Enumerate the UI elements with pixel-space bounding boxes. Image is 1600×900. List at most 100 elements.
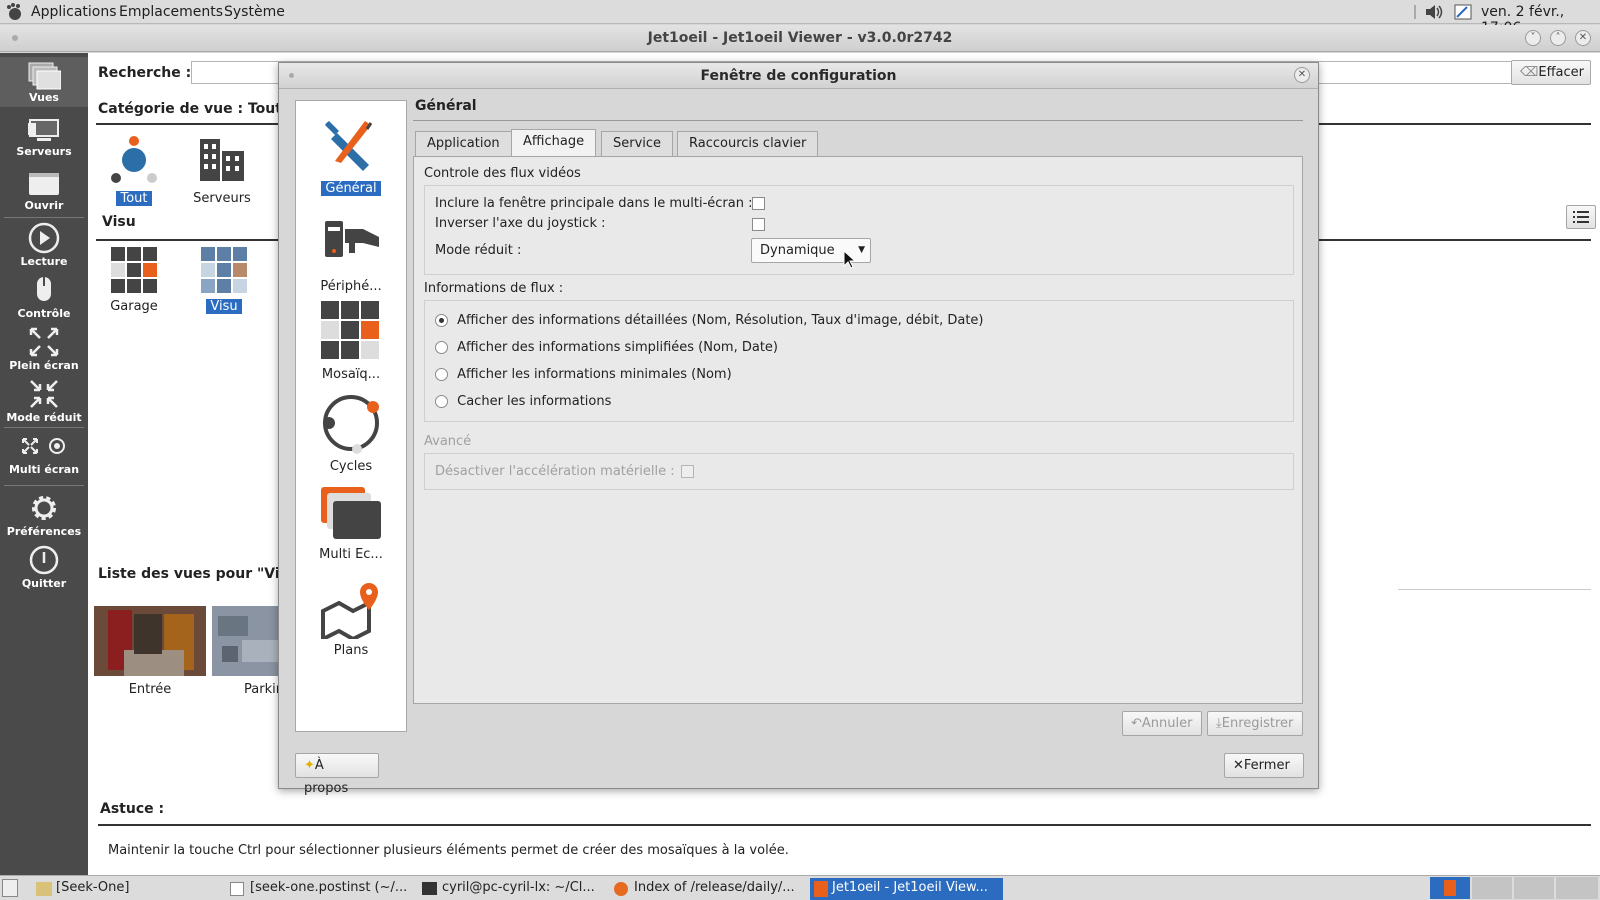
radio-button[interactable] xyxy=(435,368,448,381)
toolbar-serveurs-button[interactable]: Serveurs xyxy=(0,113,88,161)
toolbar-label: Ouvrir xyxy=(24,199,64,212)
chevron-down-icon: ▼ xyxy=(858,245,865,255)
gnome-foot-icon[interactable] xyxy=(6,3,22,21)
close-label: Fermer xyxy=(1243,758,1290,773)
radio-simplified[interactable]: Afficher des informations simplifiées (N… xyxy=(435,340,778,355)
menu-applications[interactable]: Applications xyxy=(31,4,117,20)
toolbar-label: Quitter xyxy=(21,577,67,590)
tab-affichage[interactable]: Affichage xyxy=(511,129,597,156)
task-label: Index of /release/daily/... xyxy=(634,880,795,895)
network-icon[interactable] xyxy=(1454,4,1472,20)
toolbar-plein-ecran-button[interactable]: Plein écran xyxy=(0,323,88,373)
sidebar-item-plans[interactable]: Plans xyxy=(296,579,406,658)
group2-title: Informations de flux : xyxy=(424,281,564,296)
toolbar-separator xyxy=(4,217,84,218)
radio-button[interactable] xyxy=(435,314,448,327)
camera-thumbnail xyxy=(94,606,206,676)
tip-text: Maintenir la touche Ctrl pour sélectionn… xyxy=(108,843,789,858)
tab-raccourcis[interactable]: Raccourcis clavier xyxy=(677,131,819,157)
view-thumb-entree[interactable]: Entrée xyxy=(94,606,206,697)
sidebar-item-general[interactable]: Général xyxy=(296,113,406,196)
tab-application[interactable]: Application xyxy=(415,131,512,157)
reduced-mode-label: Mode réduit : xyxy=(435,243,522,258)
workspace-2[interactable] xyxy=(1472,877,1512,899)
radio-detailed[interactable]: Afficher des informations détaillées (No… xyxy=(435,313,984,328)
tip-divider xyxy=(98,824,1591,826)
view-label: Entrée xyxy=(128,682,172,697)
show-desktop-icon[interactable] xyxy=(2,879,18,897)
task-postinst[interactable]: [seek-one.postinst (~/... xyxy=(228,878,418,900)
include-main-checkbox[interactable] xyxy=(752,197,765,210)
radio-hide[interactable]: Cacher les informations xyxy=(435,394,611,409)
dialog-title: Fenêtre de configuration xyxy=(700,68,897,84)
task-label: [Seek-One] xyxy=(56,880,130,895)
toolbar-lecture-button[interactable]: Lecture xyxy=(0,219,88,269)
list-view-button[interactable] xyxy=(1566,205,1596,229)
sidebar-item-cycles[interactable]: Cycles xyxy=(296,391,406,474)
save-button[interactable]: ⤓Enregistrer xyxy=(1207,711,1303,736)
tab-service[interactable]: Service xyxy=(601,131,674,157)
top-panel: Applications Emplacements Système ven. 2… xyxy=(0,0,1600,36)
sidebar-item-peripheriques[interactable]: Périphé... xyxy=(296,215,406,294)
volume-icon[interactable] xyxy=(1424,4,1444,20)
toolbar-quitter-button[interactable]: Quitter xyxy=(0,541,88,591)
workspace-4[interactable] xyxy=(1556,877,1598,899)
camera-thumbnail xyxy=(212,606,278,676)
all-category-icon xyxy=(111,136,157,183)
firefox-icon xyxy=(614,882,628,896)
sidebar-label: Multi Ec... xyxy=(319,547,383,562)
task-firefox[interactable]: Index of /release/daily/... xyxy=(612,878,807,900)
config-sidebar: Général Périphé... Mosaïq... Cycles Mult… xyxy=(295,100,407,732)
toolbar-label: Serveurs xyxy=(16,145,72,158)
toolbar-controle-button[interactable]: Contrôle xyxy=(0,271,88,321)
menu-emplacements[interactable]: Emplacements xyxy=(119,4,223,20)
invert-joystick-checkbox[interactable] xyxy=(752,218,765,231)
task-seek-one[interactable]: [Seek-One] xyxy=(34,878,224,900)
toolbar-label: Préférences xyxy=(6,525,82,538)
close-button[interactable]: ✕Fermer xyxy=(1224,753,1304,778)
visu-item-garage[interactable]: Garage xyxy=(106,245,162,314)
menu-systeme[interactable]: Système xyxy=(224,4,285,20)
visu-item-visu[interactable]: Visu xyxy=(196,245,252,314)
category-serveurs[interactable]: Serveurs xyxy=(192,133,252,206)
minimize-icon[interactable]: ˅ xyxy=(1525,30,1541,46)
task-label: Jet1oeil - Jet1oeil View... xyxy=(832,880,988,895)
workspace-1[interactable] xyxy=(1430,877,1470,899)
toolbar-ouvrir-button[interactable]: Ouvrir xyxy=(0,165,88,215)
dialog-menu-dot-icon[interactable] xyxy=(289,73,294,78)
workspace-3[interactable] xyxy=(1514,877,1554,899)
toolbar-multi-ecran-button[interactable]: Multi écran xyxy=(0,431,88,481)
buildings-icon xyxy=(200,139,244,181)
about-button[interactable]: ✦À propos xyxy=(295,753,379,796)
dialog-close-icon[interactable]: ✕ xyxy=(1294,67,1310,83)
close-window-icon[interactable]: ✕ xyxy=(1575,30,1591,46)
sidebar-item-mosaiques[interactable]: Mosaïq... xyxy=(296,299,406,382)
radio-minimal[interactable]: Afficher les informations minimales (Nom… xyxy=(435,367,732,382)
cancel-button[interactable]: ↶Annuler xyxy=(1122,711,1202,736)
sidebar-item-multi-ecran[interactable]: Multi Ec... xyxy=(296,485,406,562)
hw-accel-checkbox[interactable] xyxy=(681,465,694,478)
task-jet1oeil[interactable]: Jet1oeil - Jet1oeil View... xyxy=(810,878,1003,900)
toolbar-vues-button[interactable]: Vues xyxy=(0,57,88,107)
radio-label: Afficher des informations détaillées (No… xyxy=(457,313,984,328)
task-terminal[interactable]: cyril@pc-cyril-lx: ~/Cl... xyxy=(420,878,610,900)
tools-icon xyxy=(325,121,373,171)
toolbar-preferences-button[interactable]: Préférences xyxy=(0,489,88,539)
invert-joystick-label: Inverser l'axe du joystick : xyxy=(435,216,606,231)
terminal-icon xyxy=(422,882,437,895)
window-titlebar[interactable]: Jet1oeil - Jet1oeil Viewer - v3.0.0r2742… xyxy=(0,25,1600,52)
toolbar-mode-reduit-button[interactable]: Mode réduit xyxy=(0,375,88,425)
jet1oeil-app-icon xyxy=(1444,880,1456,896)
toolbar-label: Multi écran xyxy=(8,463,80,476)
maximize-icon[interactable]: ˄ xyxy=(1550,30,1566,46)
category-label: Tout xyxy=(116,191,152,206)
dialog-titlebar[interactable]: Fenêtre de configuration xyxy=(279,63,1318,89)
radio-button[interactable] xyxy=(435,395,448,408)
multiscreen-icon xyxy=(22,438,65,454)
sidebar-label: Périphé... xyxy=(320,279,382,294)
view-thumb-parking[interactable]: Parkir xyxy=(212,606,278,697)
radio-button[interactable] xyxy=(435,341,448,354)
multi-screen-icon xyxy=(321,487,381,539)
category-tout[interactable]: Tout xyxy=(106,133,162,206)
clear-button[interactable]: ⌫Effacer xyxy=(1511,60,1591,85)
